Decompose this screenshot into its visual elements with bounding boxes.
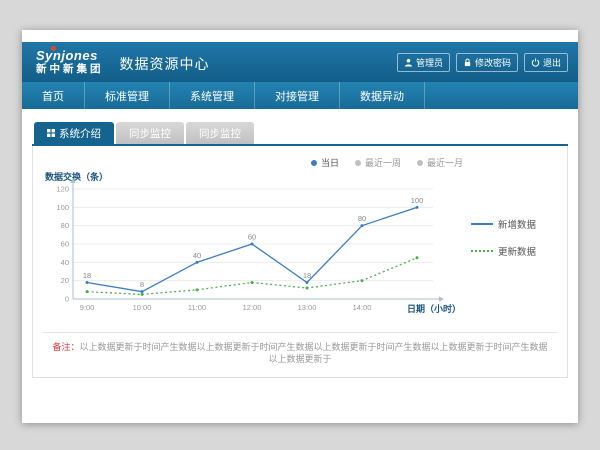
svg-text:20: 20 — [61, 276, 69, 285]
nav-label: 标准管理 — [105, 88, 149, 104]
legend-new-data[interactable]: 新增数据 — [471, 217, 557, 231]
svg-text:80: 80 — [358, 214, 366, 223]
svg-text:12:00: 12:00 — [243, 303, 262, 312]
user-bar: 管理员 修改密码 退出 — [397, 53, 568, 72]
svg-text:10:00: 10:00 — [133, 303, 152, 312]
svg-text:数据交换（条）: 数据交换（条） — [45, 171, 108, 182]
svg-text:8: 8 — [140, 280, 144, 289]
tab-system-intro[interactable]: 系统介绍 — [34, 122, 114, 144]
svg-text:40: 40 — [193, 251, 201, 260]
nav-label: 系统管理 — [190, 88, 234, 104]
lock-icon — [463, 58, 472, 67]
logout-label: 退出 — [543, 56, 561, 69]
nav-label: 对接管理 — [275, 88, 319, 104]
legend-label: 新增数据 — [498, 217, 536, 231]
footnote-prefix: 备注： — [52, 342, 79, 352]
tab-sync-monitor-2[interactable]: 同步监控 — [186, 122, 254, 144]
page-title: 数据资源中心 — [120, 54, 210, 76]
tab-bar: 系统介绍 同步监控 同步监控 — [34, 122, 568, 144]
filter-label: 当日 — [321, 156, 339, 169]
logo-star-icon — [51, 46, 56, 51]
tab-sync-monitor-1[interactable]: 同步监控 — [116, 122, 184, 144]
footnote-text: 以上数据更新于时间产生数据以上数据更新于时间产生数据以上数据更新于时间产生数据以… — [80, 342, 548, 365]
tab-label: 系统介绍 — [59, 126, 101, 141]
filter-label: 最近一月 — [427, 156, 463, 169]
nav-item-connection-mgmt[interactable]: 对接管理 — [255, 82, 340, 109]
solid-line-icon — [471, 223, 493, 225]
nav-item-home[interactable]: 首页 — [22, 82, 85, 109]
svg-text:14:00: 14:00 — [353, 303, 372, 312]
tab-label: 同步监控 — [129, 126, 171, 141]
power-icon — [531, 58, 540, 67]
filter-last-month[interactable]: 最近一月 — [417, 156, 463, 169]
svg-text:日期（小时）: 日期（小时） — [407, 303, 461, 314]
admin-user-button[interactable]: 管理员 — [397, 53, 450, 72]
tab-label: 同步监控 — [199, 126, 241, 141]
svg-text:60: 60 — [61, 240, 69, 249]
grid-icon — [47, 129, 55, 137]
dot-icon — [417, 160, 423, 166]
svg-text:13:00: 13:00 — [298, 303, 317, 312]
main-nav: 首页 标准管理 系统管理 对接管理 数据异动 — [22, 82, 578, 109]
logo-subtitle: 新中新集团 — [36, 63, 104, 75]
svg-text:80: 80 — [61, 221, 69, 230]
nav-label: 数据异动 — [360, 88, 404, 104]
change-password-button[interactable]: 修改密码 — [456, 53, 518, 72]
chart-panel: 当日 最近一周 最近一月 数据交换（条） 0 20 40 60 80 100 120 9:00 1… — [32, 146, 568, 378]
chart-column: 当日 最近一周 最近一月 数据交换（条） 0 20 40 60 80 100 120 9:00 1… — [43, 152, 469, 323]
svg-text:18: 18 — [83, 271, 91, 280]
range-filter: 当日 最近一周 最近一月 — [43, 156, 463, 169]
nav-item-standard-mgmt[interactable]: 标准管理 — [85, 82, 170, 109]
svg-text:60: 60 — [248, 233, 256, 242]
legend-label: 更新数据 — [498, 244, 536, 258]
dotted-line-icon — [471, 250, 493, 252]
nav-label: 首页 — [42, 88, 64, 104]
nav-item-system-mgmt[interactable]: 系统管理 — [170, 82, 255, 109]
dot-icon — [355, 160, 361, 166]
svg-text:100: 100 — [411, 196, 424, 205]
svg-text:100: 100 — [56, 203, 69, 212]
filter-label: 最近一周 — [365, 156, 401, 169]
legend-updated-data[interactable]: 更新数据 — [471, 244, 557, 258]
logo-text: Synjones — [36, 49, 104, 64]
svg-text:120: 120 — [56, 185, 69, 194]
chart-area: 当日 最近一周 最近一月 数据交换（条） 0 20 40 60 80 100 120 9:00 1… — [43, 152, 557, 323]
filter-last-week[interactable]: 最近一周 — [355, 156, 401, 169]
content-area: 系统介绍 同步监控 同步监控 当日 — [22, 109, 578, 378]
logout-button[interactable]: 退出 — [524, 53, 568, 72]
change-password-label: 修改密码 — [475, 56, 511, 69]
svg-text:9:00: 9:00 — [80, 303, 95, 312]
svg-text:18: 18 — [303, 271, 311, 280]
chart-legend: 新增数据 更新数据 — [469, 152, 557, 323]
app-window: Synjones 新中新集团 数据资源中心 管理员 修改密码 退出 首页 标准管… — [22, 30, 578, 423]
line-chart: 数据交换（条） 0 20 40 60 80 100 120 9:00 10:00 11:00 12:0… — [43, 171, 463, 323]
dot-icon — [311, 160, 317, 166]
footnote: 备注：以上数据更新于时间产生数据以上数据更新于时间产生数据以上数据更新于时间产生… — [43, 332, 557, 377]
svg-text:11:00: 11:00 — [188, 303, 206, 312]
filter-today[interactable]: 当日 — [311, 156, 339, 169]
admin-label: 管理员 — [416, 56, 443, 69]
svg-text:40: 40 — [61, 258, 69, 267]
brand: Synjones 新中新集团 数据资源中心 — [36, 49, 210, 76]
synjones-logo: Synjones 新中新集团 — [36, 49, 104, 76]
nav-item-data-changes[interactable]: 数据异动 — [340, 82, 425, 109]
user-icon — [404, 58, 413, 67]
app-header: Synjones 新中新集团 数据资源中心 管理员 修改密码 退出 — [22, 42, 578, 82]
svg-text:0: 0 — [65, 295, 69, 304]
